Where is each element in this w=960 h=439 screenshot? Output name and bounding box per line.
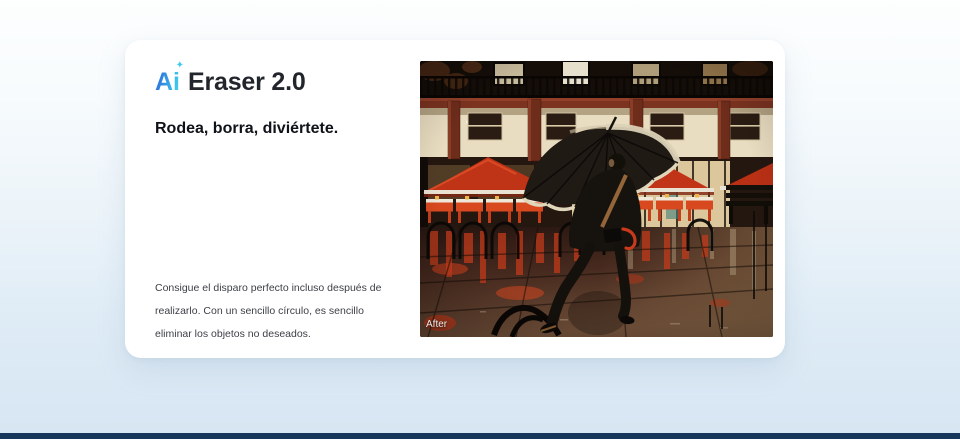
product-title: Eraser 2.0 bbox=[188, 68, 306, 96]
description-line: realizarlo. Con un sencillo círculo, es … bbox=[155, 305, 364, 317]
after-photo-illustration bbox=[420, 61, 773, 337]
page-title: Ai ✦ Eraser 2.0 bbox=[155, 60, 306, 104]
bottom-accent-bar bbox=[0, 433, 960, 439]
tagline: Rodea, borra, diviértete. bbox=[155, 120, 339, 137]
feature-description: Consigue el disparo perfecto incluso des… bbox=[155, 277, 381, 346]
brand-logo: Ai ✦ bbox=[155, 60, 184, 97]
description-line: eliminar los objetos no deseados. bbox=[155, 328, 311, 340]
after-photo: After bbox=[420, 61, 773, 337]
description-line: Consigue el disparo perfecto incluso des… bbox=[155, 282, 382, 294]
feature-card: Ai ✦ Eraser 2.0 Rodea, borra, diviértete… bbox=[125, 40, 785, 358]
after-badge: After bbox=[426, 319, 448, 330]
brand-text: Ai bbox=[155, 68, 180, 96]
sparkle-icon: ✦ bbox=[175, 60, 184, 71]
